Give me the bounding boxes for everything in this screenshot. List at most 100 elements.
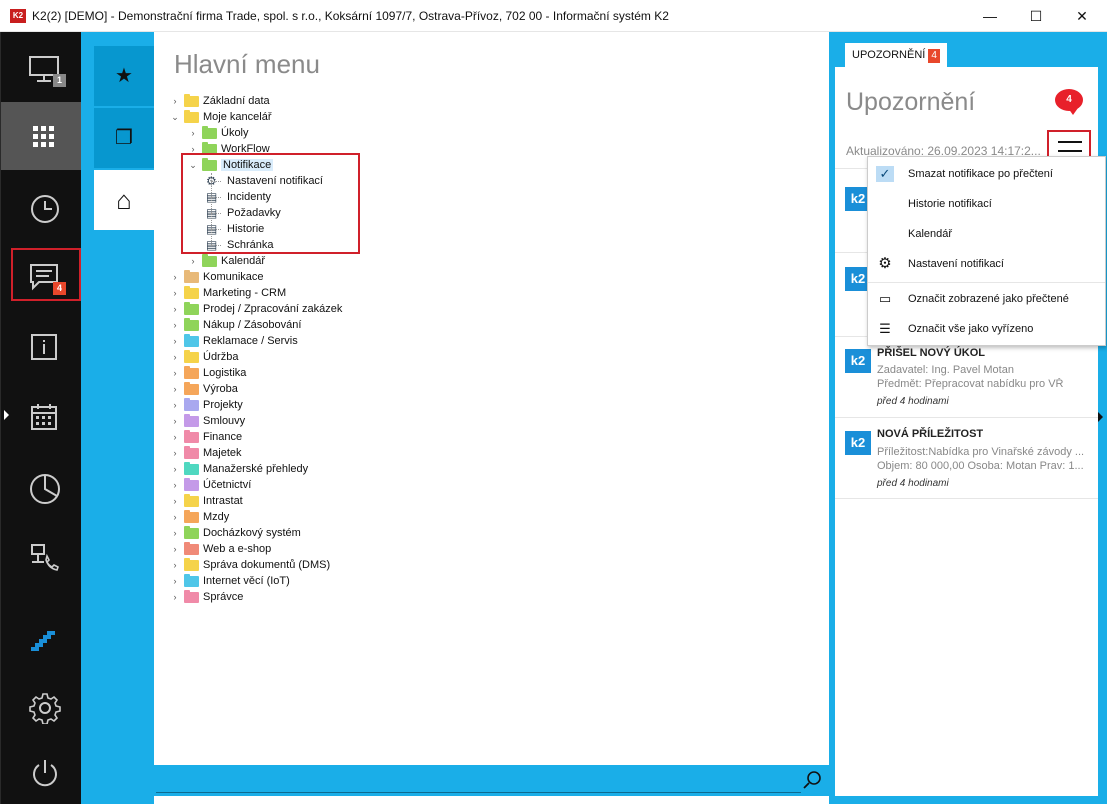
chevron-right-icon[interactable]: › <box>170 384 180 394</box>
menu-item-calendar[interactable]: Kalendář <box>868 220 1105 248</box>
chevron-right-icon[interactable]: › <box>170 576 180 586</box>
tree-item[interactable]: › Intrastat <box>170 493 243 509</box>
k2-logo[interactable] <box>1 607 82 675</box>
minimize-button[interactable]: — <box>967 0 1013 32</box>
chevron-right-icon[interactable]: › <box>170 592 180 602</box>
chevron-right-icon[interactable]: › <box>170 448 180 458</box>
power-icon <box>33 760 57 787</box>
tree-item[interactable]: › Účetnictví <box>170 477 251 493</box>
power-button[interactable] <box>1 737 82 804</box>
tree-item[interactable]: › Správce <box>170 589 243 605</box>
tree-item[interactable]: › Docházkový systém <box>170 525 301 541</box>
chevron-right-icon[interactable]: › <box>188 256 198 266</box>
close-button[interactable]: ✕ <box>1059 0 1105 32</box>
window-title: K2(2) [DEMO] - Demonstrační firma Trade,… <box>32 9 669 23</box>
settings-button[interactable] <box>1 672 82 740</box>
chevron-right-icon[interactable]: › <box>170 288 180 298</box>
chevron-right-icon[interactable]: › <box>170 400 180 410</box>
tree-item-label: Smlouvy <box>203 415 246 427</box>
tree-item[interactable]: › Kalendář <box>188 253 265 269</box>
tree-item-label: Kalendář <box>221 255 266 267</box>
tree-item-label: Docházkový systém <box>203 527 301 539</box>
tree-item[interactable]: › Manažerské přehledy <box>170 461 308 477</box>
tree-item[interactable]: › Údržba <box>170 349 238 365</box>
chevron-right-icon[interactable]: › <box>170 496 180 506</box>
notification-card[interactable]: k2 NOVÁ PŘÍLEŽITOST Příležitost:Nabídka … <box>835 417 1098 499</box>
menu-item-mark-all-done[interactable]: ☰ Označit vše jako vyřízeno <box>868 315 1105 343</box>
chevron-right-icon[interactable]: › <box>170 528 180 538</box>
k2-logo-icon: k2 <box>845 431 871 455</box>
tree-item-label: Nákup / Zásobování <box>203 319 302 331</box>
tree-item[interactable]: › Projekty <box>170 397 243 413</box>
info-button[interactable] <box>1 312 82 380</box>
chevron-right-icon[interactable]: › <box>170 480 180 490</box>
tree-item[interactable]: › Mzdy <box>170 509 229 525</box>
tab-count-badge: 4 <box>928 49 940 63</box>
windows-button[interactable]: ❐ <box>94 108 154 168</box>
chevron-right-icon[interactable]: › <box>170 432 180 442</box>
search-bar[interactable] <box>154 765 829 796</box>
menu-item-notification-settings[interactable]: ⚙ Nastavení notifikací <box>868 250 1105 278</box>
menu-item-notification-history[interactable]: Historie notifikací <box>868 190 1105 218</box>
network-phone-button[interactable] <box>1 522 82 590</box>
menu-item-delete-after-read[interactable]: ✓ Smazat notifikace po přečtení <box>868 160 1105 188</box>
main-menu-panel: Hlavní menu › Základní data ⌄ Moje kancelář… <box>154 32 829 796</box>
menu-item-label: Označit vše jako vyřízeno <box>908 323 1034 335</box>
chevron-right-icon[interactable]: › <box>170 368 180 378</box>
menu-item-mark-displayed-read[interactable]: ▭ Označit zobrazené jako přečtené <box>868 285 1105 313</box>
chevron-right-icon[interactable]: › <box>170 512 180 522</box>
collapse-arrow-icon[interactable] <box>4 410 9 420</box>
folder-icon <box>184 477 199 491</box>
tree-item[interactable]: › Marketing - CRM <box>170 285 286 301</box>
tree-item-label: Manažerské přehledy <box>203 463 309 475</box>
search-icon[interactable] <box>803 770 823 790</box>
chevron-right-icon[interactable]: › <box>170 352 180 362</box>
tree-item[interactable]: › Úkoly <box>188 125 249 141</box>
desktop-button[interactable]: 1 <box>1 34 82 102</box>
maximize-button[interactable]: ☐ <box>1013 0 1059 32</box>
calendar-button[interactable] <box>1 382 82 450</box>
home-icon: ⌂ <box>116 185 132 215</box>
chevron-right-icon[interactable]: › <box>188 128 198 138</box>
tree-item[interactable]: › Nákup / Zásobování <box>170 317 301 333</box>
chevron-right-icon[interactable]: › <box>170 560 180 570</box>
folder-icon <box>184 397 199 411</box>
chevron-right-icon[interactable]: › <box>170 544 180 554</box>
folder-icon <box>184 445 199 459</box>
apps-grid-button[interactable] <box>1 102 82 170</box>
notifikace-highlight <box>181 153 360 254</box>
tree-item[interactable]: › Prodej / Zpracování zakázek <box>170 301 342 317</box>
menu-separator <box>868 282 1105 283</box>
notification-card[interactable]: k2 PŘIŠEL NOVÝ ÚKOL Zadavatel: Ing. Pave… <box>835 336 1098 416</box>
chevron-right-icon[interactable]: › <box>170 304 180 314</box>
history-button[interactable] <box>1 172 82 240</box>
chevron-right-icon[interactable]: › <box>170 336 180 346</box>
tree-item[interactable]: › Majetek <box>170 445 242 461</box>
tree-item[interactable]: › Logistika <box>170 365 246 381</box>
chevron-right-icon[interactable]: › <box>170 96 180 106</box>
tree-item[interactable]: › Reklamace / Servis <box>170 333 298 349</box>
tree-item[interactable]: › Správa dokumentů (DMS) <box>170 557 330 573</box>
chevron-down-icon[interactable]: ⌄ <box>170 112 180 123</box>
info-icon <box>31 334 57 360</box>
chevron-right-icon[interactable]: › <box>170 272 180 282</box>
chevron-right-icon[interactable]: › <box>170 416 180 426</box>
search-input-line[interactable] <box>156 792 801 793</box>
tree-item[interactable]: › Internet věcí (IoT) <box>170 573 290 589</box>
tree-item[interactable]: › Výroba <box>170 381 238 397</box>
reports-button[interactable] <box>1 452 82 520</box>
chevron-right-icon[interactable]: › <box>170 464 180 474</box>
chevron-right-icon[interactable]: › <box>170 320 180 330</box>
tree-item[interactable]: › Smlouvy <box>170 413 245 429</box>
favorites-button[interactable]: ★ <box>94 46 154 106</box>
tree-item[interactable]: › Komunikace <box>170 269 264 285</box>
tree-item[interactable]: ⌄ Moje kancelář <box>170 109 271 125</box>
tab-upozorneni[interactable]: UPOZORNĚNÍ 4 <box>845 43 947 67</box>
folder-icon <box>184 349 199 363</box>
expand-arrow-icon[interactable] <box>1098 412 1103 422</box>
tree-item[interactable]: › Web a e-shop <box>170 541 271 557</box>
pie-chart-icon <box>30 474 60 504</box>
home-button[interactable]: ⌂ <box>94 170 154 230</box>
tree-item[interactable]: › Základní data <box>170 93 270 109</box>
tree-item[interactable]: › Finance <box>170 429 242 445</box>
